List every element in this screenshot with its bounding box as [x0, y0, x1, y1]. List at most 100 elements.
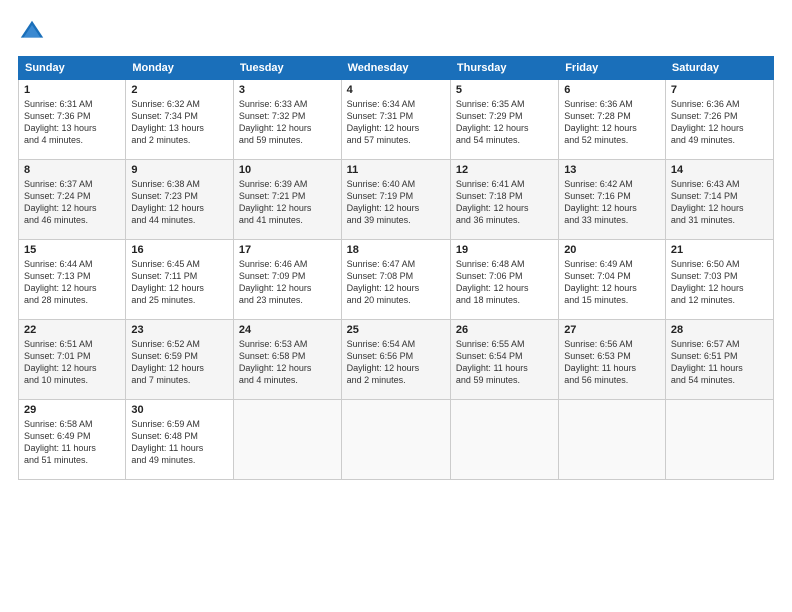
day-number: 1 — [24, 84, 120, 96]
calendar-cell — [559, 400, 666, 480]
day-info: Sunrise: 6:46 AM Sunset: 7:09 PM Dayligh… — [239, 258, 336, 307]
calendar-cell: 23Sunrise: 6:52 AM Sunset: 6:59 PM Dayli… — [126, 320, 234, 400]
calendar-week-row: 29 Sunrise: 6:58 AM Sunset: 6:49 PM Dayli… — [19, 400, 774, 480]
day-info: Sunrise: 6:44 AM Sunset: 7:13 PM Dayligh… — [24, 258, 120, 307]
calendar-cell: 20 Sunrise: 6:49 AM Sunset: 7:04 PM Dayli… — [559, 240, 666, 320]
calendar-cell: 26 Sunrise: 6:55 AM Sunset: 6:54 PM Dayli… — [450, 320, 558, 400]
day-number: 7 — [671, 84, 768, 96]
calendar-cell: 3 Sunrise: 6:33 AM Sunset: 7:32 PM Daylig… — [233, 80, 341, 160]
day-number: 6 — [564, 84, 660, 96]
calendar-cell — [341, 400, 450, 480]
calendar-cell: 11 Sunrise: 6:40 AM Sunset: 7:19 PM Dayli… — [341, 160, 450, 240]
day-number: 15 — [24, 244, 120, 256]
calendar-week-row: 22 Sunrise: 6:51 AM Sunset: 7:01 PM Dayli… — [19, 320, 774, 400]
day-info: Sunrise: 6:36 AM Sunset: 7:28 PM Dayligh… — [564, 98, 660, 147]
day-info: Sunrise: 6:51 AM Sunset: 7:01 PM Dayligh… — [24, 338, 120, 387]
day-number: 29 — [24, 404, 120, 416]
calendar-cell: 13Sunrise: 6:42 AM Sunset: 7:16 PM Dayli… — [559, 160, 666, 240]
day-number: 9 — [131, 164, 228, 176]
day-info: Sunrise: 6:45 AM Sunset: 7:11 PM Dayligh… — [131, 258, 228, 307]
day-info: Sunrise: 6:50 AM Sunset: 7:03 PM Dayligh… — [671, 258, 768, 307]
day-number: 10 — [239, 164, 336, 176]
day-number: 2 — [131, 84, 228, 96]
day-info: Sunrise: 6:42 AM Sunset: 7:16 PM Dayligh… — [564, 178, 660, 227]
day-info: Sunrise: 6:38 AM Sunset: 7:23 PM Dayligh… — [131, 178, 228, 227]
day-number: 27 — [564, 324, 660, 336]
day-info: Sunrise: 6:36 AM Sunset: 7:26 PM Dayligh… — [671, 98, 768, 147]
day-number: 22 — [24, 324, 120, 336]
calendar-week-row: 1 Sunrise: 6:31 AM Sunset: 7:36 PM Daylig… — [19, 80, 774, 160]
day-info: Sunrise: 6:33 AM Sunset: 7:32 PM Dayligh… — [239, 98, 336, 147]
day-number: 19 — [456, 244, 553, 256]
calendar-cell: 15 Sunrise: 6:44 AM Sunset: 7:13 PM Dayli… — [19, 240, 126, 320]
day-number: 14 — [671, 164, 768, 176]
day-info: Sunrise: 6:43 AM Sunset: 7:14 PM Dayligh… — [671, 178, 768, 227]
calendar-cell: 9 Sunrise: 6:38 AM Sunset: 7:23 PM Daylig… — [126, 160, 234, 240]
day-info: Sunrise: 6:58 AM Sunset: 6:49 PM Dayligh… — [24, 418, 120, 467]
day-number: 26 — [456, 324, 553, 336]
day-number: 30 — [131, 404, 228, 416]
day-info: Sunrise: 6:48 AM Sunset: 7:06 PM Dayligh… — [456, 258, 553, 307]
calendar-cell: 18 Sunrise: 6:47 AM Sunset: 7:08 PM Dayli… — [341, 240, 450, 320]
day-number: 12 — [456, 164, 553, 176]
day-number: 21 — [671, 244, 768, 256]
day-number: 8 — [24, 164, 120, 176]
calendar-cell: 24Sunrise: 6:53 AM Sunset: 6:58 PM Dayli… — [233, 320, 341, 400]
day-info: Sunrise: 6:37 AM Sunset: 7:24 PM Dayligh… — [24, 178, 120, 227]
calendar-cell: 14 Sunrise: 6:43 AM Sunset: 7:14 PM Dayli… — [665, 160, 773, 240]
day-info: Sunrise: 6:56 AM Sunset: 6:53 PM Dayligh… — [564, 338, 660, 387]
calendar-cell: 29 Sunrise: 6:58 AM Sunset: 6:49 PM Dayli… — [19, 400, 126, 480]
calendar-day-header: Saturday — [665, 57, 773, 80]
day-info: Sunrise: 6:35 AM Sunset: 7:29 PM Dayligh… — [456, 98, 553, 147]
calendar-cell — [450, 400, 558, 480]
day-info: Sunrise: 6:31 AM Sunset: 7:36 PM Dayligh… — [24, 98, 120, 147]
day-info: Sunrise: 6:47 AM Sunset: 7:08 PM Dayligh… — [347, 258, 445, 307]
day-info: Sunrise: 6:41 AM Sunset: 7:18 PM Dayligh… — [456, 178, 553, 227]
calendar-cell: 12 Sunrise: 6:41 AM Sunset: 7:18 PM Dayli… — [450, 160, 558, 240]
calendar-day-header: Monday — [126, 57, 234, 80]
calendar-cell — [665, 400, 773, 480]
day-number: 11 — [347, 164, 445, 176]
calendar-cell: 30 Sunrise: 6:59 AM Sunset: 6:48 PM Dayli… — [126, 400, 234, 480]
day-info: Sunrise: 6:55 AM Sunset: 6:54 PM Dayligh… — [456, 338, 553, 387]
day-info: Sunrise: 6:32 AM Sunset: 7:34 PM Dayligh… — [131, 98, 228, 147]
page: SundayMondayTuesdayWednesdayThursdayFrid… — [0, 0, 792, 612]
day-info: Sunrise: 6:59 AM Sunset: 6:48 PM Dayligh… — [131, 418, 228, 467]
day-number: 18 — [347, 244, 445, 256]
calendar-week-row: 15 Sunrise: 6:44 AM Sunset: 7:13 PM Dayli… — [19, 240, 774, 320]
day-info: Sunrise: 6:40 AM Sunset: 7:19 PM Dayligh… — [347, 178, 445, 227]
day-info: Sunrise: 6:34 AM Sunset: 7:31 PM Dayligh… — [347, 98, 445, 147]
day-number: 24 — [239, 324, 336, 336]
calendar-header-row: SundayMondayTuesdayWednesdayThursdayFrid… — [19, 57, 774, 80]
calendar-day-header: Tuesday — [233, 57, 341, 80]
calendar-cell: 17 Sunrise: 6:46 AM Sunset: 7:09 PM Dayli… — [233, 240, 341, 320]
logo — [18, 18, 50, 46]
day-info: Sunrise: 6:54 AM Sunset: 6:56 PM Dayligh… — [347, 338, 445, 387]
day-number: 4 — [347, 84, 445, 96]
day-number: 20 — [564, 244, 660, 256]
calendar-cell: 6 Sunrise: 6:36 AM Sunset: 7:28 PM Daylig… — [559, 80, 666, 160]
day-info: Sunrise: 6:49 AM Sunset: 7:04 PM Dayligh… — [564, 258, 660, 307]
calendar-cell: 25 Sunrise: 6:54 AM Sunset: 6:56 PM Dayli… — [341, 320, 450, 400]
calendar-day-header: Friday — [559, 57, 666, 80]
calendar-cell: 16 Sunrise: 6:45 AM Sunset: 7:11 PM Dayli… — [126, 240, 234, 320]
calendar-cell: 7 Sunrise: 6:36 AM Sunset: 7:26 PM Daylig… — [665, 80, 773, 160]
calendar-cell: 22 Sunrise: 6:51 AM Sunset: 7:01 PM Dayli… — [19, 320, 126, 400]
calendar-cell: 8 Sunrise: 6:37 AM Sunset: 7:24 PM Daylig… — [19, 160, 126, 240]
calendar-cell: 28Sunrise: 6:57 AM Sunset: 6:51 PM Dayli… — [665, 320, 773, 400]
day-number: 16 — [131, 244, 228, 256]
calendar-cell: 21 Sunrise: 6:50 AM Sunset: 7:03 PM Dayli… — [665, 240, 773, 320]
day-number: 23 — [131, 324, 228, 336]
calendar-day-header: Wednesday — [341, 57, 450, 80]
day-number: 25 — [347, 324, 445, 336]
day-number: 5 — [456, 84, 553, 96]
calendar-cell: 19 Sunrise: 6:48 AM Sunset: 7:06 PM Dayli… — [450, 240, 558, 320]
calendar-cell: 27 Sunrise: 6:56 AM Sunset: 6:53 PM Dayli… — [559, 320, 666, 400]
day-info: Sunrise: 6:57 AM Sunset: 6:51 PM Dayligh… — [671, 338, 768, 387]
calendar-cell: 10Sunrise: 6:39 AM Sunset: 7:21 PM Dayli… — [233, 160, 341, 240]
day-number: 17 — [239, 244, 336, 256]
logo-icon — [18, 18, 46, 46]
day-number: 3 — [239, 84, 336, 96]
calendar-week-row: 8 Sunrise: 6:37 AM Sunset: 7:24 PM Daylig… — [19, 160, 774, 240]
calendar-cell: 2 Sunrise: 6:32 AM Sunset: 7:34 PM Daylig… — [126, 80, 234, 160]
